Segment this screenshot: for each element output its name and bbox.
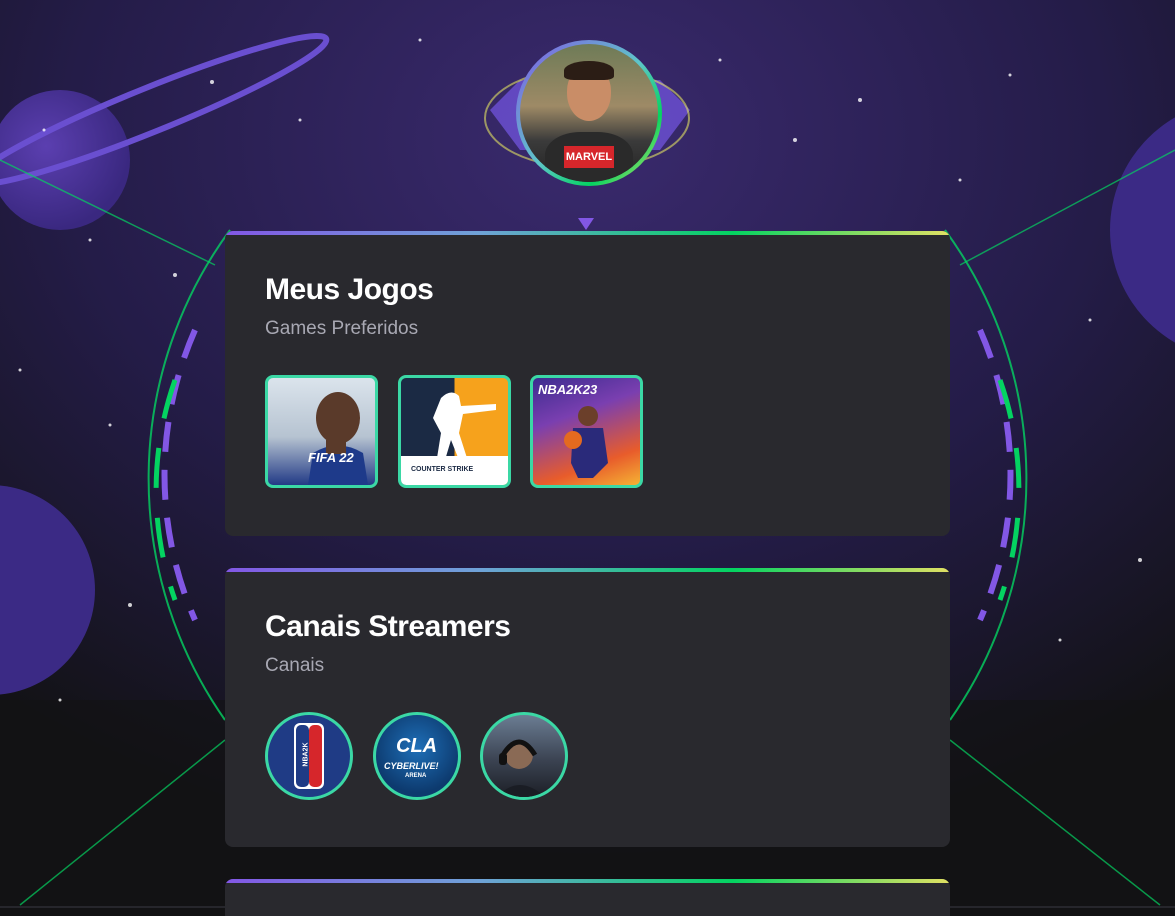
streamer-headset-icon	[497, 739, 545, 797]
game-counter-strike[interactable]: COUNTER STRIKE	[398, 375, 511, 488]
games-card: Meus Jogos Games Preferidos FIFA 22 COUN…	[225, 231, 950, 536]
game-fifa22-label: FIFA 22	[308, 450, 354, 465]
game-nba2k23[interactable]: NBA2K23	[530, 375, 643, 488]
channels-card: Canais Streamers Canais NBA2K CLA CYBERL…	[225, 568, 950, 847]
fifa-player-icon	[308, 392, 368, 485]
games-card-subtitle: Games Preferidos	[265, 318, 419, 339]
channels-card-subtitle: Canais	[265, 655, 325, 676]
games-card-title: Meus Jogos	[265, 273, 434, 306]
game-nba-label: NBA2K23	[538, 382, 598, 397]
channel-nba2k-label: NBA2K	[302, 742, 310, 767]
profile-header: MARVEL	[476, 30, 700, 200]
third-card	[225, 879, 950, 916]
avatar-photo: MARVEL	[520, 44, 658, 182]
channel-cla-sub2: ARENA	[405, 773, 427, 779]
avatar-hair	[564, 60, 614, 80]
game-cs-label: COUNTER STRIKE	[411, 466, 474, 473]
channels-card-title: Canais Streamers	[265, 610, 511, 643]
channel-streamer-photo[interactable]	[480, 712, 568, 800]
pointer-arrow-icon	[578, 218, 594, 230]
avatar-shirt-logo: MARVEL	[564, 146, 614, 169]
channel-cla-label: CLA	[396, 735, 438, 757]
channel-cla-cyberlive[interactable]: CLA CYBERLIVE! ARENA	[373, 712, 461, 800]
channel-nba2k-league[interactable]: NBA2K	[265, 712, 353, 800]
channel-cla-sub: CYBERLIVE!	[384, 761, 439, 771]
profile-avatar[interactable]: MARVEL	[516, 40, 662, 186]
game-fifa22[interactable]: FIFA 22	[265, 375, 378, 488]
